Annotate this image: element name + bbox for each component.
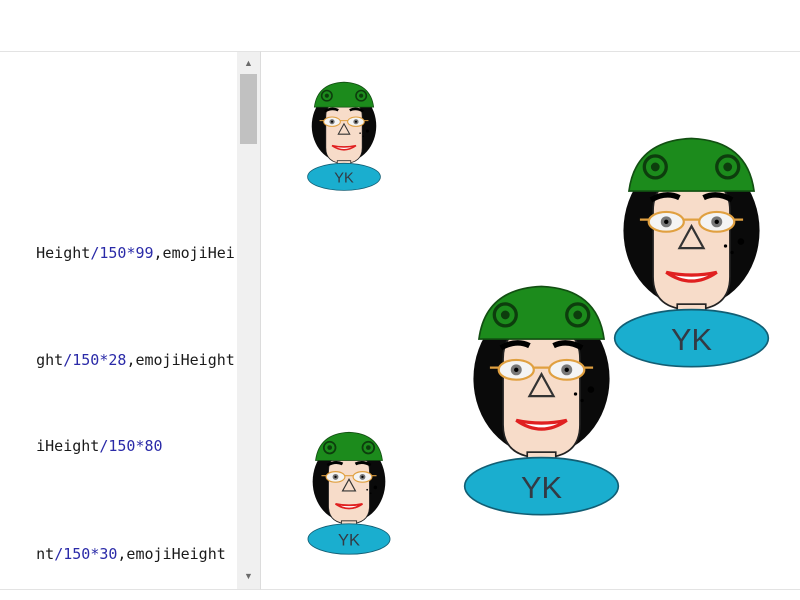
vertical-scrollbar[interactable]: ▲ ▼ xyxy=(237,52,260,589)
avatar-emoji: YK xyxy=(613,137,770,368)
code-editor-panel[interactable]: Height/150*99,emojiHei ght/150*28,emojiH… xyxy=(0,51,261,590)
hat xyxy=(313,81,375,108)
badge-initials: YK xyxy=(334,171,354,187)
avatar-emoji: YK xyxy=(463,285,620,516)
code-number: 150 xyxy=(72,351,100,369)
scroll-down-icon[interactable]: ▼ xyxy=(237,567,260,585)
code-number: 28 xyxy=(108,351,127,369)
code-operator: / xyxy=(54,545,64,563)
code-number: 150 xyxy=(108,437,136,455)
code-line[interactable]: iHeight/150*80 xyxy=(0,419,163,473)
badge-initials: YK xyxy=(338,531,360,549)
code-token: ght xyxy=(36,351,64,369)
code-token: Height xyxy=(36,244,91,262)
scrollbar-thumb[interactable] xyxy=(240,74,257,144)
name-badge: YK xyxy=(307,523,391,555)
scroll-up-icon[interactable]: ▲ xyxy=(237,54,260,72)
code-token: ,emojiHeight xyxy=(126,351,235,369)
avatar-emoji: YK xyxy=(307,431,391,555)
code-line[interactable]: nt/150*30,emojiHeight xyxy=(0,527,226,581)
hat xyxy=(627,137,756,192)
code-operator: / xyxy=(90,244,100,262)
code-token: nt xyxy=(36,545,55,563)
avatar-emoji: YK xyxy=(307,81,381,191)
hat xyxy=(315,431,383,461)
code-operator: * xyxy=(90,545,100,563)
code-token: ,emojiHei xyxy=(153,244,235,262)
code-operator: * xyxy=(135,437,145,455)
code-number: 150 xyxy=(63,545,91,563)
code-number: 30 xyxy=(99,545,118,563)
badge-initials: YK xyxy=(671,322,712,357)
name-badge: YK xyxy=(613,308,770,368)
code-number: 150 xyxy=(99,244,127,262)
code-token: ,emojiHeight xyxy=(117,545,226,563)
code-token: iHeight xyxy=(36,437,100,455)
name-badge: YK xyxy=(307,162,381,191)
code-operator: / xyxy=(63,351,73,369)
badge-initials: YK xyxy=(521,470,562,505)
code-number: 80 xyxy=(144,437,163,455)
preview-panel: YK YK YK YK xyxy=(261,51,800,590)
name-badge: YK xyxy=(463,456,620,516)
hat xyxy=(477,285,606,340)
code-number: 99 xyxy=(135,244,154,262)
code-line[interactable]: Height/150*99,emojiHei xyxy=(0,226,235,280)
code-line[interactable]: ght/150*28,emojiHeight xyxy=(0,333,235,387)
